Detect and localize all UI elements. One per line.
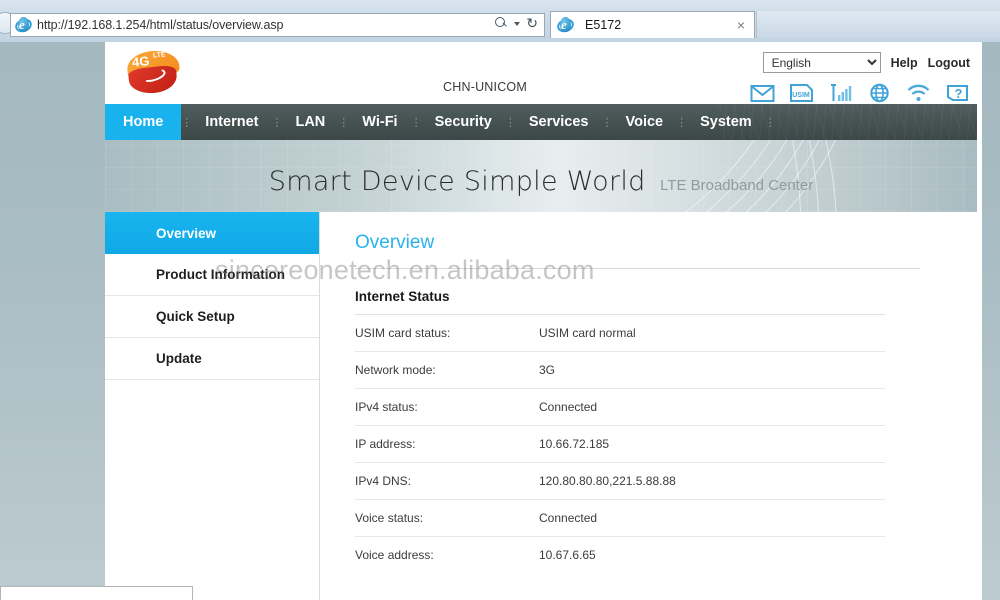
language-select[interactable]: English — [762, 52, 881, 73]
internet-status-table: USIM card status: USIM card normal Netwo… — [355, 314, 885, 573]
logo-primary-text: 4G — [131, 53, 151, 70]
nav-label: Home — [123, 114, 164, 130]
sidebar-item-quick-setup[interactable]: Quick Setup — [105, 296, 319, 338]
nav-item-services[interactable]: Services — [516, 104, 602, 140]
nav-item-lan[interactable]: LAN — [282, 104, 338, 140]
close-icon[interactable]: × — [734, 17, 748, 33]
title-divider — [355, 268, 920, 269]
nav-item-internet[interactable]: Internet — [192, 104, 271, 140]
table-row: Voice address: 10.67.6.65 — [355, 536, 885, 573]
nav-separator: ⋮ — [181, 116, 193, 129]
table-row: Network mode: 3G — [355, 351, 885, 388]
svg-text:USIM: USIM — [792, 92, 810, 99]
signal-bars-icon[interactable] — [828, 83, 853, 105]
logout-link[interactable]: Logout — [928, 56, 970, 70]
row-label: IP address: — [355, 437, 416, 451]
nav-separator: ⋮ — [504, 116, 516, 129]
row-value: 10.66.72.185 — [539, 437, 610, 451]
mail-icon[interactable] — [750, 83, 775, 105]
nav-label: LAN — [295, 114, 326, 130]
logo-secondary-text: LTE — [152, 51, 167, 60]
nav-separator: ⋮ — [271, 116, 283, 129]
ie-letter: e — [19, 16, 25, 32]
nav-item-voice[interactable]: Voice — [613, 104, 677, 140]
row-label: IPv4 DNS: — [355, 474, 412, 488]
row-value: 10.67.6.65 — [539, 548, 596, 562]
address-bar-tools: ↻ — [495, 16, 538, 30]
status-icon-row: USIM ? — [750, 83, 970, 105]
svg-text:?: ? — [955, 86, 963, 101]
refresh-icon[interactable]: ↻ — [526, 16, 538, 30]
globe-icon[interactable] — [867, 83, 892, 105]
nav-separator: ⋮ — [601, 116, 613, 129]
table-row: IPv4 status: Connected — [355, 388, 885, 425]
table-row: Voice status: Connected — [355, 499, 885, 536]
bottom-status-popup — [0, 586, 193, 600]
nav-item-list: Home ⋮ Internet ⋮ LAN ⋮ Wi-Fi ⋮ Security… — [105, 104, 977, 140]
row-value: Connected — [539, 511, 598, 525]
nav-item-security[interactable]: Security — [422, 104, 505, 140]
row-label: USIM card status: — [355, 326, 451, 340]
banner-text-group: Smart Device Simple World LTE Broadband … — [105, 166, 977, 197]
row-label: Network mode: — [355, 363, 436, 377]
browser-chrome: e http://192.168.1.254/html/status/overv… — [0, 0, 1000, 42]
nav-item-system[interactable]: System — [687, 104, 765, 140]
content-panel: Overview Internet Status USIM card statu… — [320, 212, 982, 600]
section-title: Internet Status — [355, 289, 450, 304]
sidebar-item-update[interactable]: Update — [105, 338, 319, 380]
sidebar-item-label: Overview — [156, 225, 217, 241]
nav-label: Wi-Fi — [362, 114, 398, 130]
nav-label: System — [700, 114, 752, 130]
row-label: Voice status: — [355, 511, 424, 525]
address-bar[interactable]: e http://192.168.1.254/html/status/overv… — [10, 13, 545, 37]
site-body: Overview Product Information Quick Setup… — [105, 212, 982, 600]
tabstrip-empty-area — [756, 11, 1000, 38]
chevron-down-icon[interactable] — [514, 21, 521, 26]
row-value: USIM card normal — [539, 326, 636, 340]
help-link[interactable]: Help — [891, 56, 918, 70]
sidebar-item-label: Product Information — [156, 267, 285, 282]
browser-tab-title: E5172 — [585, 18, 622, 32]
sidebar-item-product-information[interactable]: Product Information — [105, 254, 319, 296]
row-value: 3G — [539, 363, 556, 377]
row-label: Voice address: — [355, 548, 434, 562]
nav-label: Internet — [205, 114, 259, 130]
nav-separator: ⋮ — [764, 116, 776, 129]
nav-separator: ⋮ — [410, 116, 422, 129]
nav-item-wifi[interactable]: Wi-Fi — [349, 104, 410, 140]
banner-subline: LTE Broadband Center — [660, 177, 814, 194]
sidebar: Overview Product Information Quick Setup… — [105, 212, 320, 600]
nav-label: Services — [528, 114, 589, 130]
table-row: IPv4 DNS: 120.80.80.80,221.5.88.88 — [355, 462, 885, 499]
search-icon[interactable] — [495, 17, 508, 30]
address-bar-url: http://192.168.1.254/html/status/overvie… — [37, 18, 284, 32]
usim-card-icon[interactable]: USIM — [789, 83, 814, 105]
tab-favicon-letter: e — [561, 16, 567, 32]
site-header: 4G LTE CHN-UNICOM English Help Logout US… — [105, 42, 982, 104]
nav-separator: ⋮ — [676, 116, 688, 129]
nav-label: Security — [434, 114, 492, 130]
banner-headline: Smart Device Simple World — [268, 166, 646, 197]
sidebar-item-label: Update — [156, 351, 202, 366]
help-question-icon[interactable]: ? — [945, 83, 970, 105]
table-row: IP address: 10.66.72.185 — [355, 425, 885, 462]
tab-favicon-icon: e — [555, 15, 576, 35]
main-navigation: Home ⋮ Internet ⋮ LAN ⋮ Wi-Fi ⋮ Security… — [105, 104, 977, 140]
row-label: IPv4 status: — [355, 400, 418, 414]
sidebar-item-label: Quick Setup — [156, 309, 235, 324]
router-web-ui: 4G LTE CHN-UNICOM English Help Logout US… — [105, 42, 982, 600]
sidebar-item-overview[interactable]: Overview — [105, 212, 319, 254]
internet-explorer-icon: e — [13, 15, 34, 35]
row-value: 120.80.80.80,221.5.88.88 — [539, 474, 676, 488]
header-right-panel: English Help Logout USIM ? — [750, 52, 970, 105]
nav-label: Voice — [625, 114, 664, 130]
browser-tab[interactable]: e E5172 × — [550, 11, 755, 38]
page-title: Overview — [355, 232, 435, 253]
nav-item-home[interactable]: Home — [105, 104, 182, 140]
nav-separator: ⋮ — [338, 116, 350, 129]
hero-banner: Smart Device Simple World LTE Broadband … — [105, 140, 977, 212]
row-value: Connected — [539, 400, 598, 414]
table-row: USIM card status: USIM card normal — [355, 314, 885, 351]
wifi-icon[interactable] — [906, 83, 931, 105]
